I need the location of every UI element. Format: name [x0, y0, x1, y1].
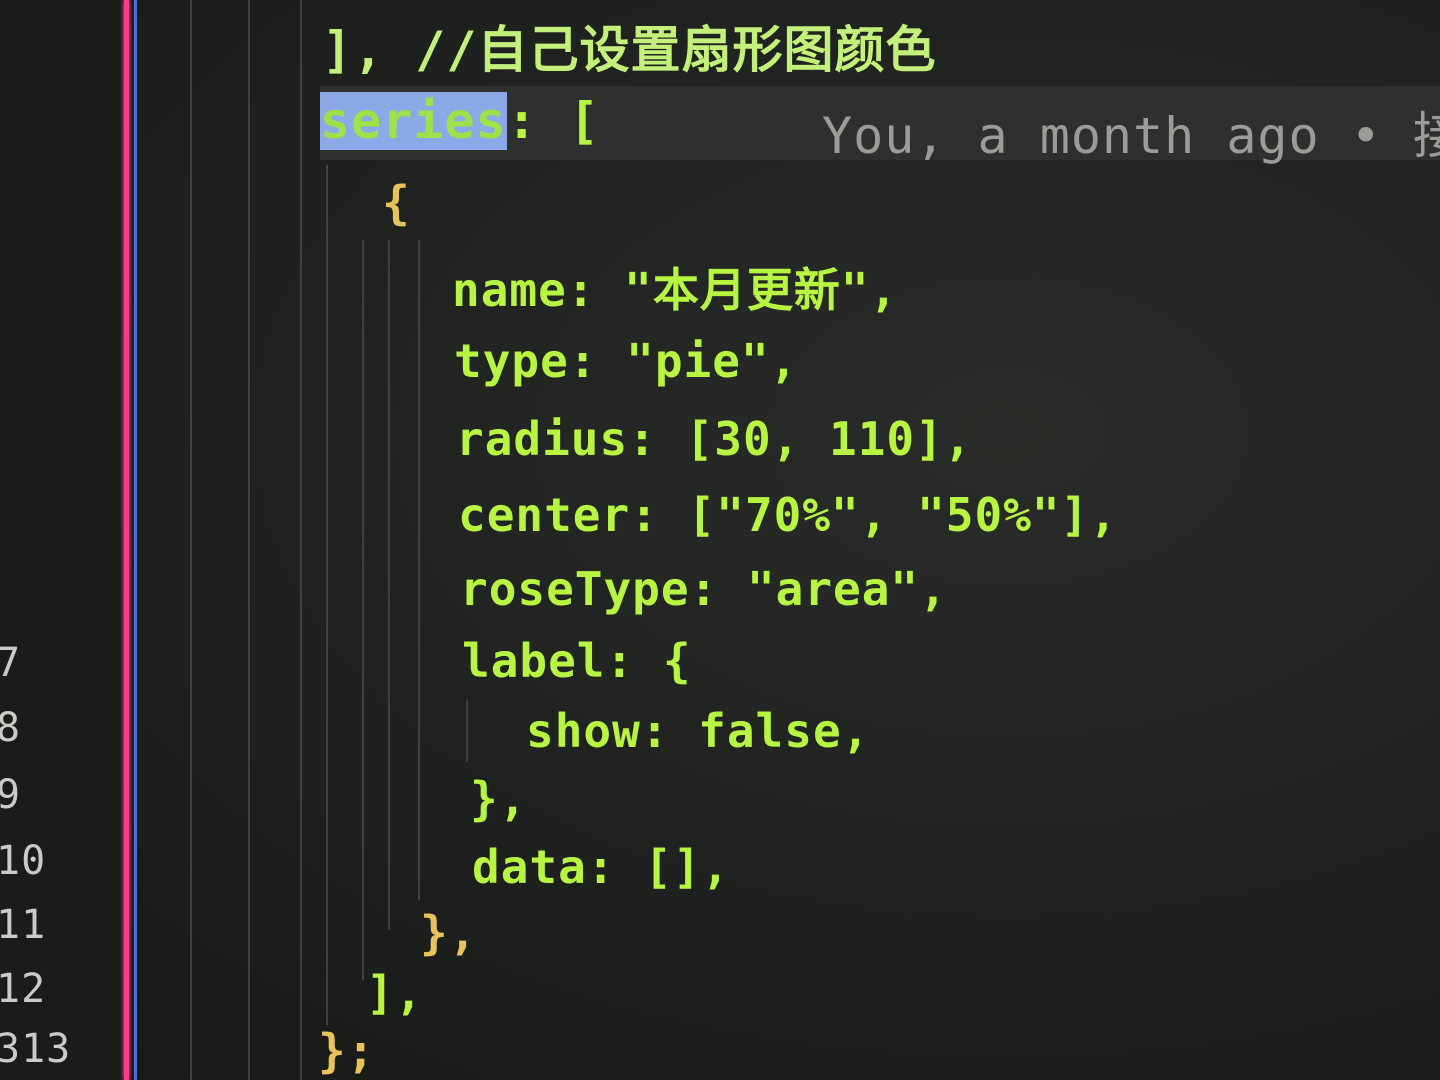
code-line-series: series: [ — [320, 92, 600, 150]
selected-text: series — [320, 92, 507, 150]
series-rest: : [ — [506, 92, 600, 150]
code-line-radius: radius: [30, 110], — [456, 412, 973, 466]
code-line-label-close: }, — [470, 772, 528, 826]
code-area[interactable]: ], //自己设置扇形图颜色 series: [ You, a month ag… — [0, 0, 1440, 1080]
code-line-show: show: false, — [526, 704, 871, 758]
code-line-name: name: "本月更新", — [452, 263, 899, 317]
code-line-open-brace: { — [382, 176, 411, 230]
code-line-comment: ], //自己设置扇形图颜色 — [322, 21, 937, 79]
code-line-rosetype: roseType: "area", — [460, 562, 948, 616]
code-line-data: data: [], — [472, 840, 731, 894]
git-blame-annotation: You, a month ago • 接 — [822, 107, 1440, 165]
code-line-type: type: "pie", — [454, 334, 799, 388]
code-line-object-close: }, — [420, 906, 478, 960]
code-line-final-close: }; — [318, 1024, 376, 1078]
code-line-center: center: ["70%", "50%"], — [458, 488, 1118, 542]
code-editor-screen: 7 8 9 10 11 12 313 ], //自己设置扇形图颜色 series… — [0, 0, 1440, 1080]
code-line-series-close: ], — [366, 966, 424, 1020]
code-line-label: label: { — [462, 634, 692, 688]
